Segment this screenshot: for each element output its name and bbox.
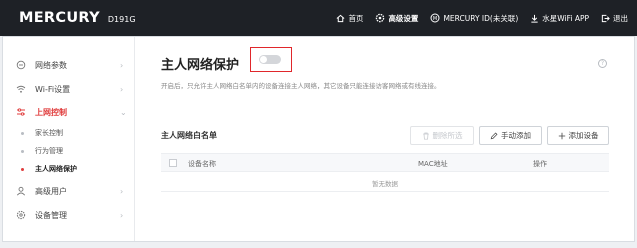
sidebar-subitem-parental-control[interactable]: 家长控制 [3,125,134,141]
nav-logout-label: 退出 [613,13,628,23]
network-icon [16,60,26,70]
sidebar-subitem-behavior-management[interactable]: 行为管理 [3,143,134,159]
manual-add-button[interactable]: 手动添加 [479,126,542,145]
download-icon [531,14,538,23]
delete-selected-button[interactable]: 删除所选 [410,126,474,145]
sidebar-item-label: 网络参数 [35,60,67,70]
table-header: 设备名称 MAC地址 操作 [161,153,609,172]
table-empty-row: 暂无数据 [161,172,609,192]
top-nav: 首页 高级设置 M MERCURY ID(未关联) 水星WiFi APP 退出 [324,0,628,36]
delete-selected-label: 删除所选 [432,131,463,140]
sidebar-item-device-management[interactable]: 设备管理 › [3,204,134,226]
nav-home-label: 首页 [348,13,364,23]
pencil-icon [490,132,498,139]
chevron-right-icon: › [120,186,124,196]
sidebar-item-label: 高级用户 [35,186,67,196]
sidebar-subitem-label: 家长控制 [35,129,63,137]
sidebar-item-wifi[interactable]: Wi-Fi设置 › [3,78,134,100]
nav-mercury-id[interactable]: M MERCURY ID(未关联) [430,13,518,24]
empty-state-text: 暂无数据 [372,180,398,188]
sidebar-item-label: 设备管理 [35,210,67,220]
chevron-right-icon: › [120,210,124,220]
sidebar-item-advanced-user[interactable]: 高级用户 › [3,180,134,202]
bullet-dot [21,167,24,171]
control-icon [16,107,26,117]
sidebar-subitem-label: 行为管理 [35,147,63,155]
sidebar-item-label: 上网控制 [35,107,67,117]
manual-add-label: 手动添加 [501,131,531,140]
nav-wifi-app[interactable]: 水星WiFi APP [530,13,589,24]
trash-icon [422,132,429,140]
sidebar-item-label: Wi-Fi设置 [35,84,71,94]
column-header-mac: MAC地址 [418,160,448,168]
whitelist-table: 设备名称 MAC地址 操作 暂无数据 [161,153,609,192]
content-frame: 网络参数 › Wi-Fi设置 › 上网控制 ⌄ 家长控制 行为管理 主人网络保护… [0,36,637,248]
sidebar-subitem-label: 主人网络保护 [35,165,77,173]
chevron-down-icon: ⌄ [120,107,127,117]
gear-icon [376,13,385,23]
add-device-button[interactable]: 添加设备 [547,126,609,145]
protection-toggle[interactable] [259,55,281,64]
svg-text:M: M [433,16,437,22]
select-all-checkbox[interactable] [169,159,177,167]
add-device-label: 添加设备 [568,131,599,140]
page-description: 开启后，只允许主人网络白名单内的设备连接主人网络，其它设备只能连接访客网络或有线… [161,82,441,90]
sidebar-item-internet-control[interactable]: 上网控制 ⌄ [3,101,134,123]
column-header-actions: 操作 [533,160,547,168]
whitelist-title: 主人网络白名单 [161,131,217,140]
router-model: D191G [107,15,136,24]
chevron-right-icon: › [120,60,124,70]
brand: MERCURY D191G [19,10,136,26]
bullet-dot [21,149,24,153]
logout-icon [601,14,610,22]
nav-advanced-settings[interactable]: 高级设置 [375,13,418,24]
nav-advanced-settings-label: 高级设置 [388,13,419,23]
chevron-right-icon: › [120,84,124,94]
sidebar: 网络参数 › Wi-Fi设置 › 上网控制 ⌄ 家长控制 行为管理 主人网络保护… [3,37,135,241]
brand-logo: MERCURY [19,10,100,26]
plus-icon [558,132,565,139]
toggle-knob [260,56,267,63]
user-icon [16,186,26,196]
sidebar-subitem-owner-network-protection[interactable]: 主人网络保护 [3,161,134,177]
column-header-device-name: 设备名称 [188,160,216,168]
bullet-dot [21,131,24,135]
toggle-highlight-box [250,47,292,72]
mercury-id-icon: M [430,13,440,23]
main-panel: 主人网络保护 ? 开启后，只允许主人网络白名单内的设备连接主人网络，其它设备只能… [135,37,634,241]
content-card: 网络参数 › Wi-Fi设置 › 上网控制 ⌄ 家长控制 行为管理 主人网络保护… [2,36,635,242]
home-icon [337,14,345,22]
top-bar: MERCURY D191G 首页 高级设置 M MERCURY ID(未关联) … [0,0,637,36]
nav-wifi-app-label: 水星WiFi APP [542,13,589,23]
wifi-icon [16,84,26,94]
page-title: 主人网络保护 [161,58,240,73]
nav-logout[interactable]: 退出 [601,13,628,24]
device-gear-icon [16,210,26,220]
help-icon[interactable]: ? [598,59,607,68]
nav-mercury-id-label: MERCURY ID(未关联) [443,13,519,23]
nav-home[interactable]: 首页 [336,13,363,24]
sidebar-item-network[interactable]: 网络参数 › [3,54,134,76]
